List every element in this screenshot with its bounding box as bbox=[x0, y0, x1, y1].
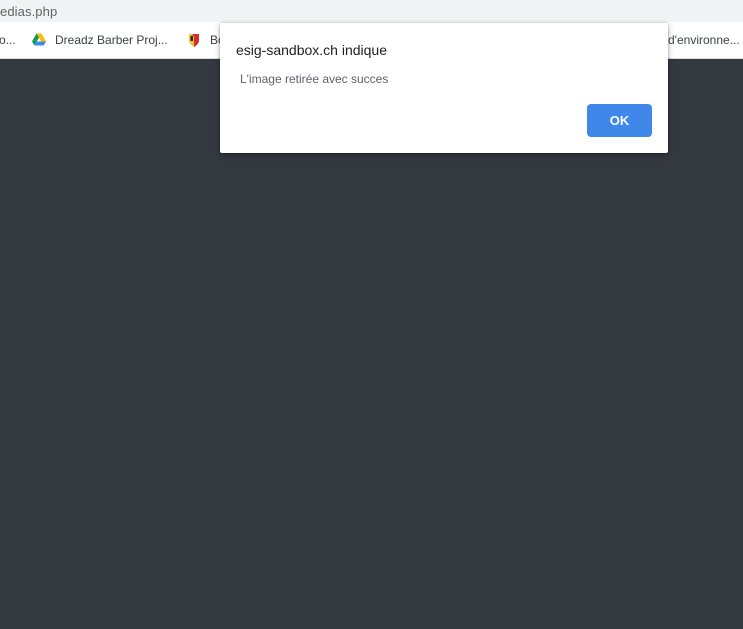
address-bar[interactable]: ledias.php bbox=[0, 0, 743, 22]
alert-dialog: esig-sandbox.ch indique L'image retirée … bbox=[220, 23, 668, 153]
bookmark-item-environnement[interactable]: d'environne... bbox=[668, 22, 740, 58]
bookmark-label: o... bbox=[0, 33, 16, 47]
ok-button[interactable]: OK bbox=[587, 104, 652, 137]
bookmark-label: d'environne... bbox=[668, 33, 740, 47]
bookmark-label: Dreadz Barber Proj... bbox=[55, 33, 168, 47]
bookmark-item-1[interactable]: o... bbox=[0, 22, 16, 58]
dialog-message: L'image retirée avec succes bbox=[240, 72, 389, 86]
geneva-crest-icon bbox=[186, 32, 202, 48]
dialog-title: esig-sandbox.ch indique bbox=[236, 42, 387, 58]
google-drive-icon bbox=[31, 32, 47, 48]
bookmark-item-dreadz[interactable]: Dreadz Barber Proj... bbox=[31, 22, 168, 58]
bookmark-item-bo[interactable]: Bo bbox=[186, 22, 225, 58]
address-text: ledias.php bbox=[0, 3, 58, 19]
